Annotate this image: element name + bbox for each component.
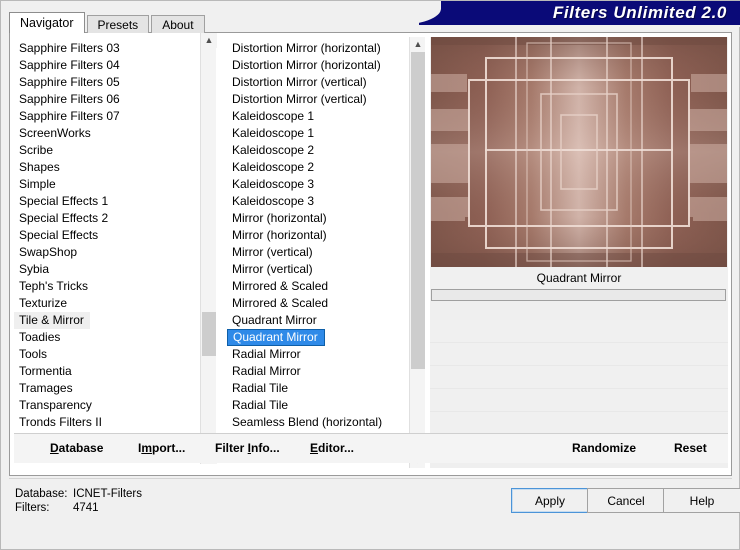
randomize-button[interactable]: Randomize	[572, 441, 636, 455]
status-filters-line: Filters: 4741	[15, 501, 142, 515]
filter-item[interactable]: Seamless Blend (horizontal)	[227, 414, 425, 431]
status-info: Database: ICNET-Filters Filters: 4741	[15, 487, 142, 515]
category-item[interactable]: Special Effects 1	[14, 193, 220, 210]
apply-button[interactable]: Apply	[511, 488, 589, 513]
category-item[interactable]: Teph's Tricks	[14, 278, 220, 295]
category-item[interactable]: Sapphire Filters 05	[14, 74, 220, 91]
tab-strip: Navigator Presets About	[9, 12, 207, 33]
category-item-selected[interactable]: Tile & Mirror	[14, 312, 90, 329]
category-item[interactable]: Special Effects 2	[14, 210, 220, 227]
category-item[interactable]: Tools	[14, 346, 220, 363]
scroll-thumb[interactable]	[202, 312, 216, 357]
filter-item[interactable]: Radial Mirror	[227, 363, 425, 380]
tab-presets[interactable]: Presets	[86, 15, 150, 33]
scroll-up-icon[interactable]: ▲	[410, 37, 425, 52]
scroll-thumb[interactable]	[411, 52, 425, 369]
filter-item[interactable]: Radial Mirror	[227, 346, 425, 363]
database-button[interactable]: Database	[50, 441, 103, 455]
category-item[interactable]: Tormentia	[14, 363, 220, 380]
category-item[interactable]: Sapphire Filters 03	[14, 40, 220, 57]
filter-item[interactable]: Mirror (vertical)	[227, 261, 425, 278]
filter-item[interactable]: Kaleidoscope 1	[227, 125, 425, 142]
category-list[interactable]: Sapphire Filters 03 Sapphire Filters 04 Sa…	[14, 37, 220, 468]
filter-item[interactable]: Kaleidoscope 2	[227, 142, 425, 159]
client-area: Sapphire Filters 03 Sapphire Filters 04 Sa…	[9, 32, 732, 476]
category-item-row[interactable]: Tile & Mirror	[14, 312, 220, 329]
status-database-key: Database:	[15, 488, 68, 500]
category-item[interactable]: Transparency	[14, 397, 220, 414]
editor-accel: E	[310, 441, 319, 455]
category-item[interactable]: Scribe	[14, 142, 220, 159]
scroll-up-icon[interactable]: ▲	[201, 33, 217, 48]
filter-item-row[interactable]: Quadrant Mirror	[227, 329, 425, 346]
brand-banner: Filters Unlimited 2.0	[397, 1, 740, 25]
parameter-row[interactable]	[430, 389, 728, 412]
parameter-slider-track[interactable]	[431, 289, 726, 301]
category-item[interactable]: SwapShop	[14, 244, 220, 261]
filter-list[interactable]: Distortion Mirror (horizontal) Distortion…	[227, 37, 425, 468]
filters-unlimited-window: Filters Unlimited 2.0 Navigator Presets …	[0, 0, 740, 550]
filter-item[interactable]: Kaleidoscope 3	[227, 176, 425, 193]
category-item[interactable]: Special Effects	[14, 227, 220, 244]
category-item[interactable]: Sapphire Filters 07	[14, 108, 220, 125]
category-item[interactable]: Simple	[14, 176, 220, 193]
parameter-row[interactable]	[430, 343, 728, 366]
parameter-blank-area	[430, 301, 728, 320]
filter-item[interactable]: Mirror (horizontal)	[227, 227, 425, 244]
preview-pane: Quadrant Mirror	[430, 37, 728, 468]
filter-item[interactable]: Distortion Mirror (horizontal)	[227, 57, 425, 74]
reset-button[interactable]: Reset	[674, 441, 707, 455]
status-database-value: ICNET-Filters	[73, 488, 142, 500]
action-toolbar: Database Import... Filter Info... Editor…	[14, 433, 728, 463]
status-filters-key: Filters:	[15, 502, 50, 514]
filter-item[interactable]: Radial Tile	[227, 397, 425, 414]
category-list-scrollbar[interactable]: ▲ ▼	[200, 33, 217, 464]
filter-info-button[interactable]: Filter Info...	[215, 441, 280, 455]
import-accel: m	[141, 441, 153, 455]
status-filters-value: 4741	[73, 502, 99, 514]
database-label-rest: atabase	[58, 441, 104, 455]
status-bar: Database: ICNET-Filters Filters: 4741 Appl…	[9, 478, 740, 542]
category-item[interactable]: Sapphire Filters 04	[14, 57, 220, 74]
filter-list-scrollbar[interactable]: ▲ ▼	[409, 37, 425, 468]
import-button[interactable]: Import...	[138, 441, 185, 455]
category-item[interactable]: Shapes	[14, 159, 220, 176]
category-item[interactable]: Sybia	[14, 261, 220, 278]
cancel-button[interactable]: Cancel	[587, 488, 665, 513]
parameter-row[interactable]	[430, 320, 728, 343]
app-title: Filters Unlimited 2.0	[552, 3, 727, 22]
editor-button[interactable]: Editor...	[310, 441, 354, 455]
filter-item-selected[interactable]: Quadrant Mirror	[227, 329, 325, 346]
filter-item[interactable]: Quadrant Mirror	[227, 312, 425, 329]
filter-item[interactable]: Distortion Mirror (horizontal)	[227, 40, 425, 57]
filter-item[interactable]: Kaleidoscope 1	[227, 108, 425, 125]
filter-item[interactable]: Distortion Mirror (vertical)	[227, 91, 425, 108]
category-item[interactable]: Tronds Filters II	[14, 414, 220, 431]
filter-item[interactable]: Distortion Mirror (vertical)	[227, 74, 425, 91]
filter-item[interactable]: Radial Tile	[227, 380, 425, 397]
category-item[interactable]: Texturize	[14, 295, 220, 312]
filter-item[interactable]: Mirror (vertical)	[227, 244, 425, 261]
tab-about[interactable]: About	[151, 15, 205, 33]
status-database-line: Database: ICNET-Filters	[15, 487, 142, 501]
parameter-row[interactable]	[430, 366, 728, 389]
category-item[interactable]: Toadies	[14, 329, 220, 346]
help-button[interactable]: Help	[663, 488, 740, 513]
filter-item[interactable]: Mirrored & Scaled	[227, 295, 425, 312]
category-item[interactable]: Tramages	[14, 380, 220, 397]
filter-item[interactable]: Kaleidoscope 3	[227, 193, 425, 210]
tab-navigator[interactable]: Navigator	[9, 12, 85, 33]
category-item[interactable]: ScreenWorks	[14, 125, 220, 142]
filter-item[interactable]: Mirror (horizontal)	[227, 210, 425, 227]
category-item[interactable]: Sapphire Filters 06	[14, 91, 220, 108]
effect-name-label: Quadrant Mirror	[536, 271, 622, 285]
parameter-row[interactable]	[430, 412, 728, 435]
filter-item[interactable]: Mirrored & Scaled	[227, 278, 425, 295]
filter-item[interactable]: Kaleidoscope 2	[227, 159, 425, 176]
database-accel: D	[50, 441, 59, 455]
effect-preview-image[interactable]	[431, 37, 727, 267]
